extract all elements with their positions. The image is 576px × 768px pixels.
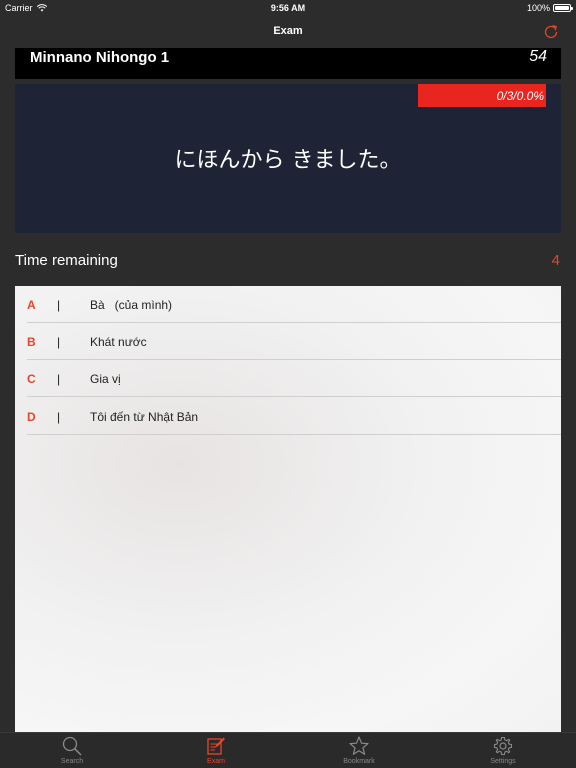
answer-text: Tôi đến từ Nhật Bản xyxy=(90,410,199,424)
tab-bar: Search Exam Bookmark Settings xyxy=(0,732,576,768)
tab-exam[interactable]: Exam xyxy=(176,733,256,768)
answer-separator: | xyxy=(57,372,61,386)
answer-list: A | Bà (của mình) B | Khát nước C | Gia … xyxy=(15,286,561,732)
answer-letter: C xyxy=(27,372,36,386)
question-text: にほんから きました。 xyxy=(174,148,402,173)
exam-header: Minnano Nihongo 1 54 xyxy=(15,48,561,79)
status-time: 9:56 AM xyxy=(270,3,306,13)
answer-letter: D xyxy=(27,410,36,424)
nav-title: Exam xyxy=(273,25,303,37)
answer-separator: | xyxy=(57,410,61,424)
status-bar: Carrier 9:56 AM 100% xyxy=(0,0,576,16)
time-remaining-label: Time remaining xyxy=(15,252,118,269)
tab-label: Settings xyxy=(490,758,516,765)
tab-label: Search xyxy=(60,758,84,765)
answer-option-d[interactable]: D | Tôi đến từ Nhật Bản xyxy=(27,398,561,435)
star-icon xyxy=(349,736,369,755)
question-panel: 0/3/0.0% にほんから きました。 xyxy=(15,84,561,233)
answer-text: Bà (của mình) xyxy=(90,298,173,312)
search-icon xyxy=(62,736,82,756)
time-remaining-value: 4 xyxy=(551,252,560,269)
course-title: Minnano Nihongo 1 xyxy=(30,49,170,66)
answer-separator: | xyxy=(57,298,61,312)
answer-separator: | xyxy=(57,335,61,349)
answer-text: Khát nước xyxy=(90,335,147,349)
tab-label: Exam xyxy=(207,758,225,765)
tab-search[interactable]: Search xyxy=(32,733,112,768)
nav-bar: Exam xyxy=(0,16,576,48)
answer-option-a[interactable]: A | Bà (của mình) xyxy=(27,286,561,323)
answer-text: Gia vị xyxy=(90,372,121,386)
question-count: 54 xyxy=(529,48,547,65)
gear-icon xyxy=(493,736,513,756)
refresh-icon[interactable] xyxy=(542,23,560,41)
progress-badge: 0/3/0.0% xyxy=(418,84,546,107)
battery-icon xyxy=(553,4,573,12)
tab-settings[interactable]: Settings xyxy=(463,733,543,768)
time-remaining-row: Time remaining 4 xyxy=(15,252,561,272)
answer-option-c[interactable]: C | Gia vị xyxy=(27,360,561,397)
battery-percent: 100% xyxy=(526,3,550,13)
battery-indicator: 100% xyxy=(526,3,573,13)
answer-letter: A xyxy=(27,298,36,312)
tab-bookmark[interactable]: Bookmark xyxy=(319,733,399,768)
answer-option-b[interactable]: B | Khát nước xyxy=(27,323,561,360)
tab-label: Bookmark xyxy=(343,758,375,765)
exam-icon xyxy=(207,737,225,755)
answer-letter: B xyxy=(27,335,36,349)
